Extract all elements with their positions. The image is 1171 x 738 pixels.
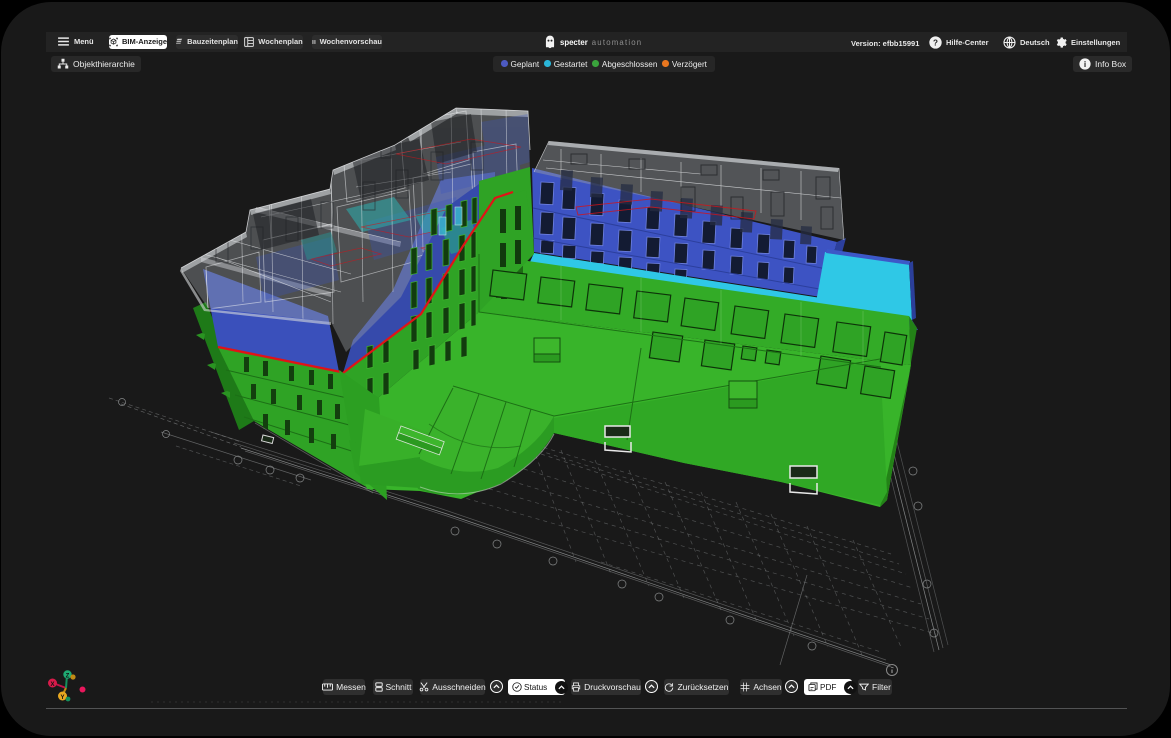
svg-text:Y: Y [60,695,64,701]
svg-text:Z: Z [66,674,70,680]
svg-text:i: i [1084,60,1086,69]
svg-text:X: X [50,682,54,688]
svg-text:?: ? [933,38,938,47]
